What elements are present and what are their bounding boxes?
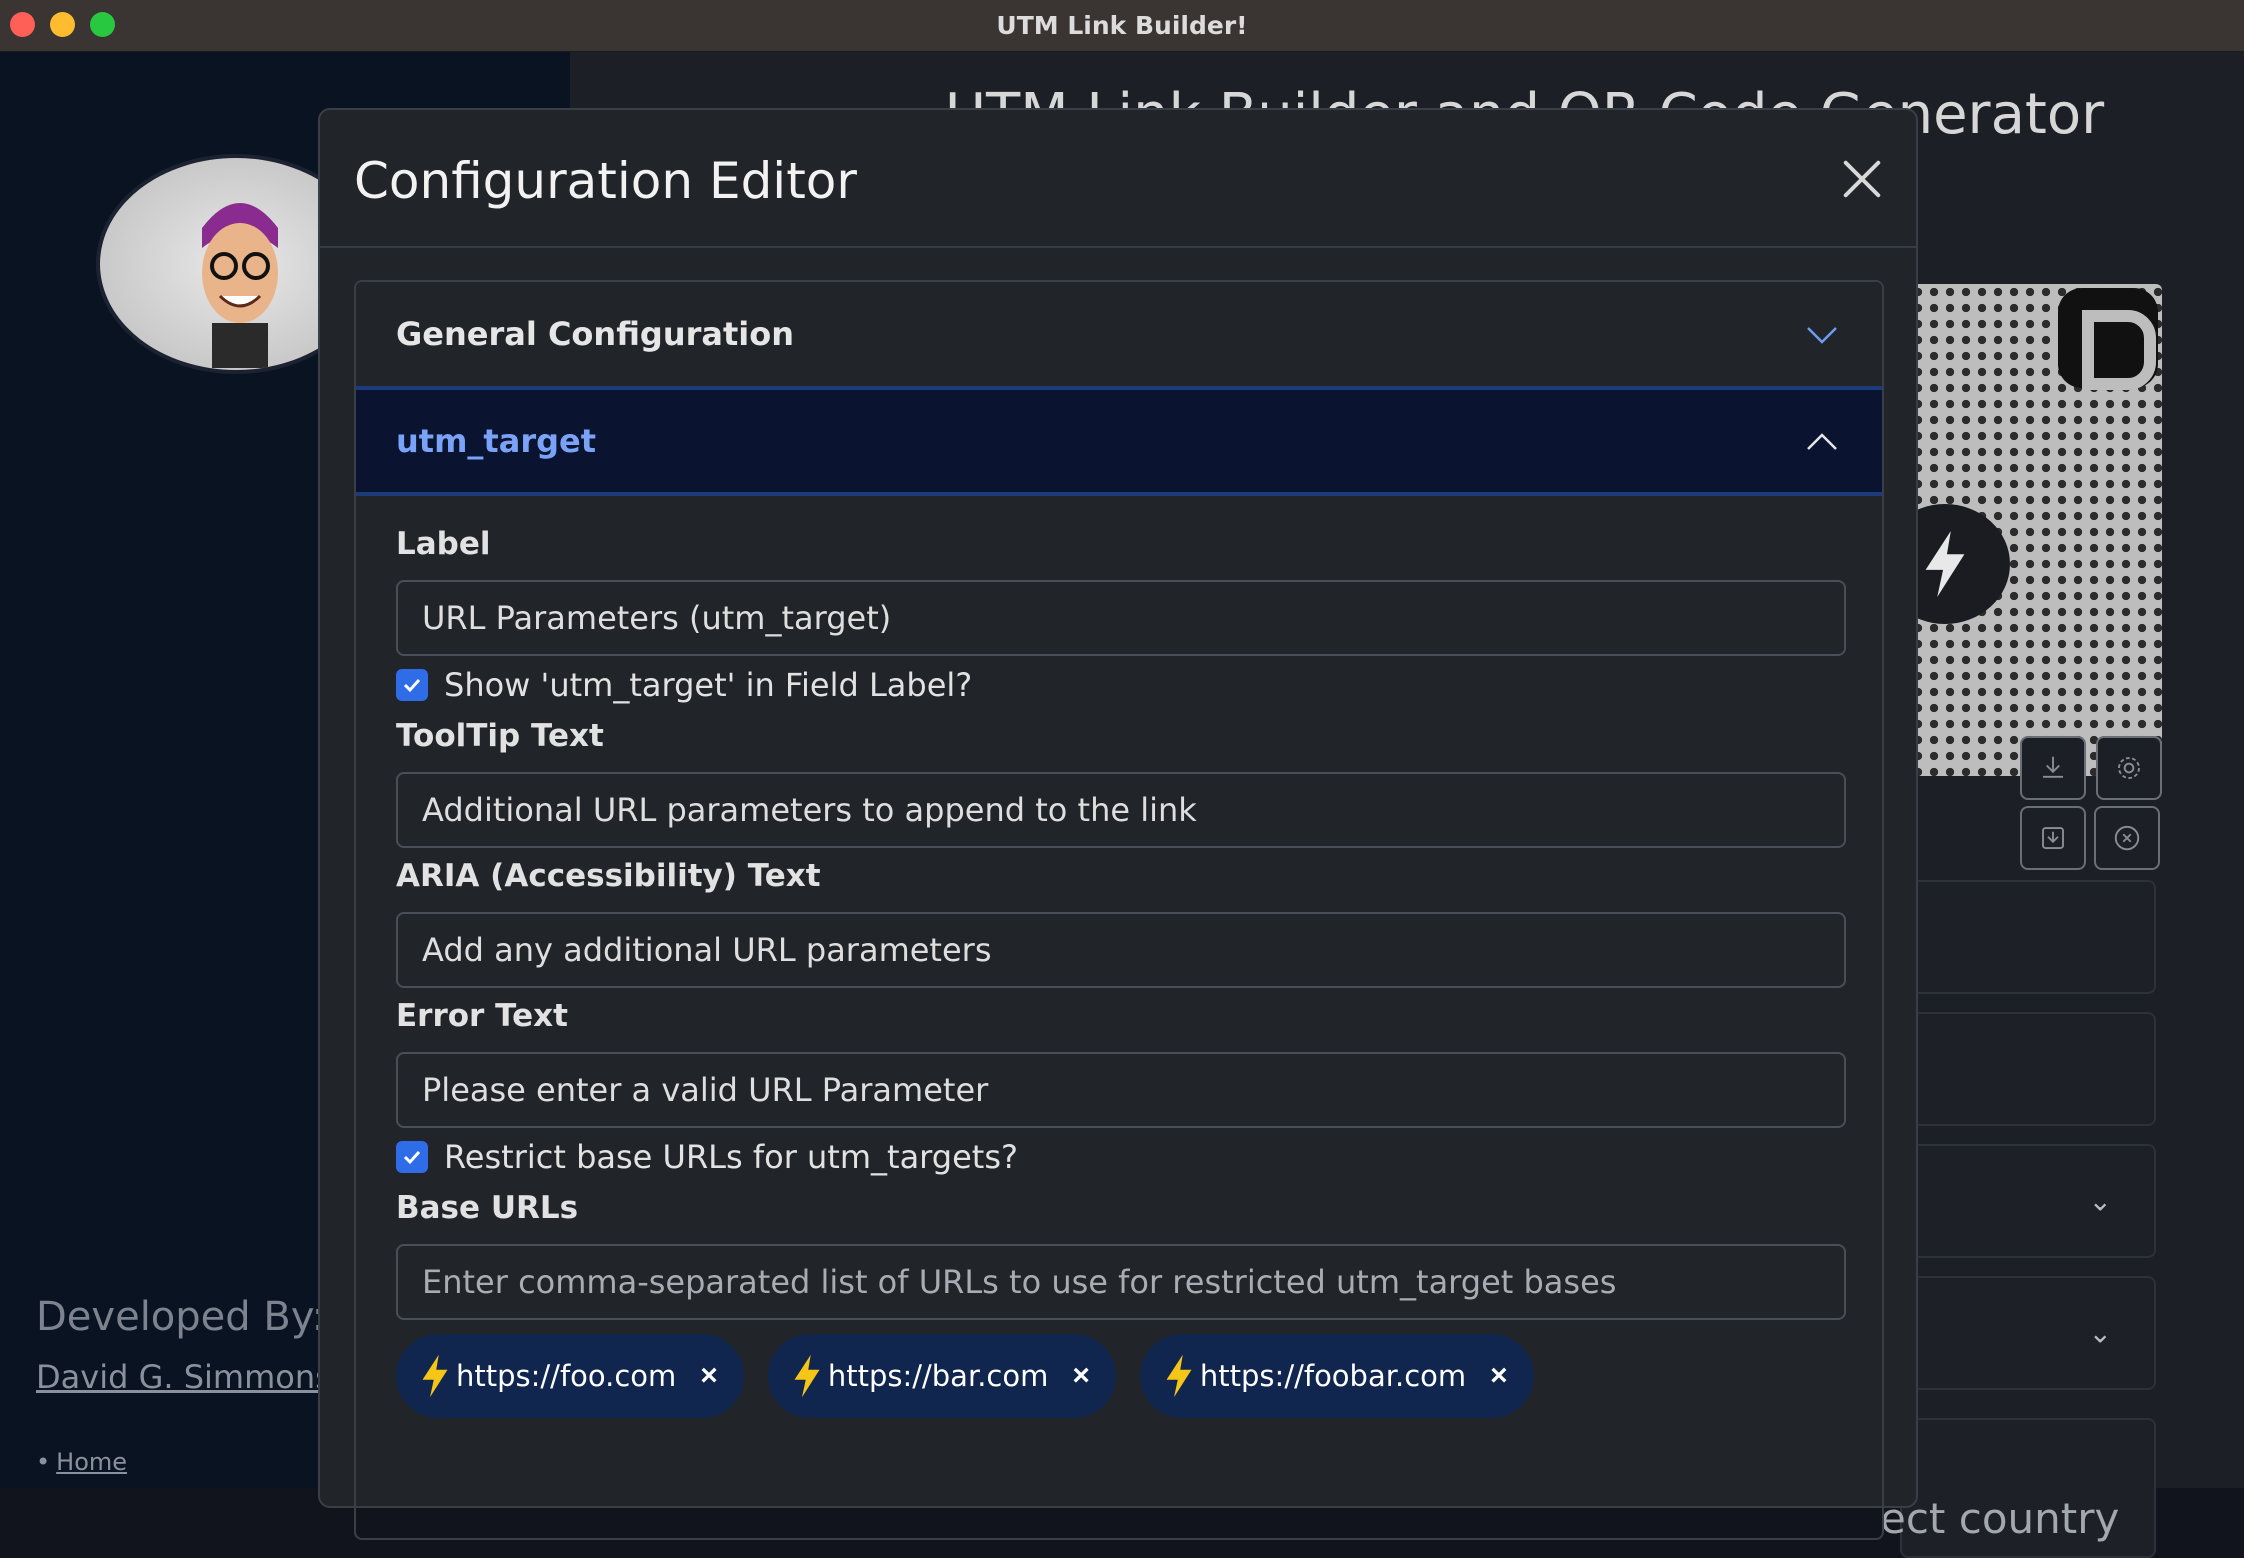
chevron-down-icon: ⌄ (2088, 1317, 2112, 1349)
download-icon (2043, 756, 2063, 778)
base-url-chip: https://foo.com × (396, 1334, 744, 1418)
nav-home-item: • Home (36, 1448, 128, 1476)
window-minimize-button[interactable] (50, 12, 75, 37)
label-field-title: Label (396, 526, 491, 562)
background-card (1900, 880, 2156, 994)
download-button[interactable] (2020, 736, 2086, 800)
chevron-up-icon (1807, 433, 1837, 450)
chevron-down-icon (1807, 327, 1837, 344)
base-urls-input[interactable] (396, 1244, 1846, 1320)
modal-title: Configuration Editor (354, 152, 857, 210)
qr-code-image (1910, 284, 2162, 776)
bolt-icon (794, 1354, 820, 1398)
base-url-chip-text: https://foo.com (456, 1359, 677, 1393)
accordion-general-label: General Configuration (396, 315, 794, 353)
base-url-chip-list: https://foo.com × https://bar.com × http… (396, 1334, 1534, 1418)
base-url-chip: https://foobar.com × (1139, 1334, 1534, 1418)
bolt-icon (1166, 1354, 1192, 1398)
avatar-caricature-icon (202, 203, 278, 368)
window-title-bar: UTM Link Builder! (0, 0, 2244, 52)
show-in-label-text: Show 'utm_target' in Field Label? (444, 666, 973, 704)
accordion-general-configuration[interactable]: General Configuration (356, 282, 1882, 386)
utm-target-form: Label Show 'utm_target' in Field Label? … (356, 496, 1882, 1538)
modal-close-button[interactable] (1836, 154, 1886, 204)
close-circle-icon (2114, 825, 2140, 851)
accordion-utm-target-label: utm_target (396, 422, 596, 460)
error-field-title: Error Text (396, 998, 568, 1034)
gear-icon (2118, 757, 2140, 779)
remove-chip-button[interactable]: × (1072, 1359, 1090, 1393)
window-close-button[interactable] (10, 12, 35, 37)
aria-input[interactable] (396, 912, 1846, 988)
accordion-utm-target[interactable]: utm_target (356, 386, 1882, 496)
import-icon (2042, 827, 2064, 849)
error-input[interactable] (396, 1052, 1846, 1128)
show-in-label-checkbox[interactable] (396, 669, 428, 701)
base-url-chip-text: https://bar.com (827, 1359, 1049, 1393)
settings-button[interactable] (2096, 736, 2162, 800)
chevron-down-icon: ⌄ (2088, 1185, 2112, 1217)
remove-chip-button[interactable]: × (1490, 1359, 1508, 1393)
modal-header: Configuration Editor (320, 110, 1916, 248)
import-button[interactable] (2020, 806, 2086, 870)
developed-by-label: Developed By: (36, 1294, 326, 1340)
tooltip-input[interactable] (396, 772, 1846, 848)
background-card (1900, 1012, 2156, 1126)
remove-chip-button[interactable]: × (700, 1359, 718, 1393)
bolt-icon (422, 1354, 448, 1398)
base-url-chip: https://bar.com × (767, 1334, 1116, 1418)
qr-logo-icon (2058, 288, 2158, 390)
label-input[interactable] (396, 580, 1846, 656)
window-maximize-button[interactable] (90, 12, 115, 37)
background-select[interactable]: ⌄ (1900, 1144, 2156, 1258)
configuration-editor-modal: Configuration Editor General Configurati… (318, 108, 1918, 1540)
base-urls-field-title: Base URLs (396, 1190, 579, 1226)
tooltip-field-title: ToolTip Text (396, 718, 604, 754)
restrict-base-urls-checkbox[interactable] (396, 1141, 428, 1173)
developer-name-link[interactable]: David G. Simmons (36, 1358, 332, 1396)
aria-field-title: ARIA (Accessibility) Text (396, 858, 821, 894)
show-in-label-row[interactable]: Show 'utm_target' in Field Label? (396, 666, 972, 704)
restrict-base-urls-text: Restrict base URLs for utm_targets? (444, 1138, 1018, 1176)
base-url-chip-text: https://foobar.com (1199, 1359, 1467, 1393)
clear-button[interactable] (2094, 806, 2160, 870)
background-select[interactable]: ⌄ (1900, 1276, 2156, 1390)
config-accordion: General Configuration utm_target Label S… (354, 280, 1884, 1540)
window-title: UTM Link Builder! (996, 11, 1248, 40)
checkmark-icon (403, 1150, 421, 1165)
restrict-base-urls-row[interactable]: Restrict base URLs for utm_targets? (396, 1138, 1018, 1176)
checkmark-icon (403, 678, 421, 693)
nav-home-link[interactable]: Home (56, 1448, 127, 1476)
